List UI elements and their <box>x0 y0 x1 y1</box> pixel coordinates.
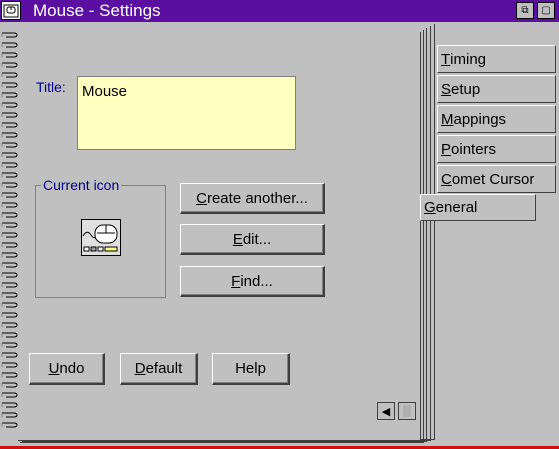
mouse-icon <box>81 219 121 256</box>
spiral-coil <box>0 50 18 60</box>
tab-timing-label: iming <box>450 50 487 68</box>
tab-timing-mnemonic: T <box>441 50 451 68</box>
tab-timing[interactable]: Timing <box>437 45 556 73</box>
undo-mnemonic: U <box>48 360 60 377</box>
tab-mappings[interactable]: Mappings <box>437 105 556 133</box>
spiral-coil <box>0 350 18 360</box>
maximize-icon: ▢ <box>541 5 551 16</box>
spiral-coil <box>0 370 18 380</box>
spiral-coil <box>0 200 18 210</box>
spiral-coil <box>0 260 18 270</box>
undo-label: ndo <box>59 360 85 377</box>
spiral-coil <box>0 180 18 190</box>
tab-general-mnemonic: G <box>424 199 436 216</box>
create-another-label: reate another... <box>206 189 308 207</box>
spiral-coil <box>0 310 18 320</box>
spiral-coil <box>0 420 18 430</box>
tab-comet-cursor-mnemonic: C <box>441 170 452 188</box>
spiral-coil <box>0 100 18 110</box>
prev-page-button[interactable]: ◀ <box>377 402 395 420</box>
spiral-coil <box>0 90 18 100</box>
system-menu-icon[interactable] <box>1 1 21 20</box>
next-page-button[interactable]: ▒ <box>398 402 416 420</box>
spiral-coil <box>0 80 18 90</box>
default-mnemonic: D <box>134 360 146 377</box>
help-button[interactable]: Help <box>212 353 290 385</box>
restore-button[interactable]: ⧉ <box>516 2 534 19</box>
create-another-button[interactable]: Create another... <box>180 183 325 214</box>
spiral-coil <box>0 190 18 200</box>
spiral-coil <box>0 290 18 300</box>
title-bar: Mouse - Settings ⧉ ▢ <box>0 0 559 22</box>
edit-label: dit... <box>242 230 272 248</box>
create-another-mnemonic: C <box>196 189 207 207</box>
find-mnemonic: F <box>231 272 241 290</box>
tab-comet-cursor[interactable]: Comet Cursor <box>437 165 556 193</box>
default-button[interactable]: Default <box>120 353 198 385</box>
window-title: Mouse - Settings <box>33 1 161 20</box>
spiral-coil <box>0 320 18 330</box>
edit-mnemonic: E <box>232 230 243 248</box>
tab-pointers-mnemonic: P <box>441 140 452 158</box>
spiral-coil <box>0 390 18 400</box>
left-arrow-icon: ◀ <box>381 405 391 418</box>
title-field[interactable]: Mouse <box>77 76 296 150</box>
maximize-button[interactable]: ▢ <box>537 2 555 19</box>
spiral-coil <box>0 330 18 340</box>
find-button[interactable]: Find... <box>180 266 325 297</box>
spiral-coil <box>0 160 18 170</box>
tab-mappings-mnemonic: M <box>441 110 454 128</box>
spiral-coil <box>0 120 18 130</box>
spiral-coil <box>0 140 18 150</box>
spiral-coil <box>0 230 18 240</box>
spiral-coil <box>0 340 18 350</box>
tab-setup-label: etup <box>451 80 481 98</box>
spiral-coil <box>0 170 18 180</box>
spiral-coil <box>0 280 18 290</box>
tab-general[interactable]: General <box>420 194 536 221</box>
tab-pointers[interactable]: Pointers <box>437 135 556 163</box>
tab-mappings-label: appings <box>453 110 507 128</box>
title-label: Title: <box>36 79 66 95</box>
spiral-coil <box>0 220 18 230</box>
help-label: Help <box>235 360 266 377</box>
edit-button[interactable]: Edit... <box>180 224 325 255</box>
spiral-coil <box>0 360 18 370</box>
spiral-coil <box>0 150 18 160</box>
spiral-coil <box>0 240 18 250</box>
spiral-coil <box>0 210 18 220</box>
spiral-coil <box>0 380 18 390</box>
spiral-coil <box>0 400 18 410</box>
tab-setup-mnemonic: S <box>441 80 452 98</box>
undo-button[interactable]: Undo <box>29 353 105 385</box>
spiral-coil <box>0 250 18 260</box>
spiral-coil <box>0 60 18 70</box>
spiral-coil <box>0 40 18 50</box>
spiral-coil <box>0 130 18 140</box>
default-label: efault <box>145 360 183 377</box>
tab-comet-cursor-label: omet Cursor <box>451 170 535 188</box>
current-icon-label: Current icon <box>41 177 122 193</box>
right-arrow-disabled-icon: ▒ <box>403 405 411 417</box>
spiral-coil <box>0 300 18 310</box>
spiral-coil <box>0 270 18 280</box>
spiral-coil <box>0 410 18 420</box>
restore-icon: ⧉ <box>521 5 529 16</box>
find-label: ind... <box>240 272 273 290</box>
spiral-coil <box>0 110 18 120</box>
tab-setup[interactable]: Setup <box>437 75 556 103</box>
tab-pointers-label: ointers <box>451 140 497 158</box>
tab-general-label: eneral <box>435 199 478 216</box>
spiral-coil <box>0 70 18 80</box>
spiral-coil <box>0 30 18 40</box>
